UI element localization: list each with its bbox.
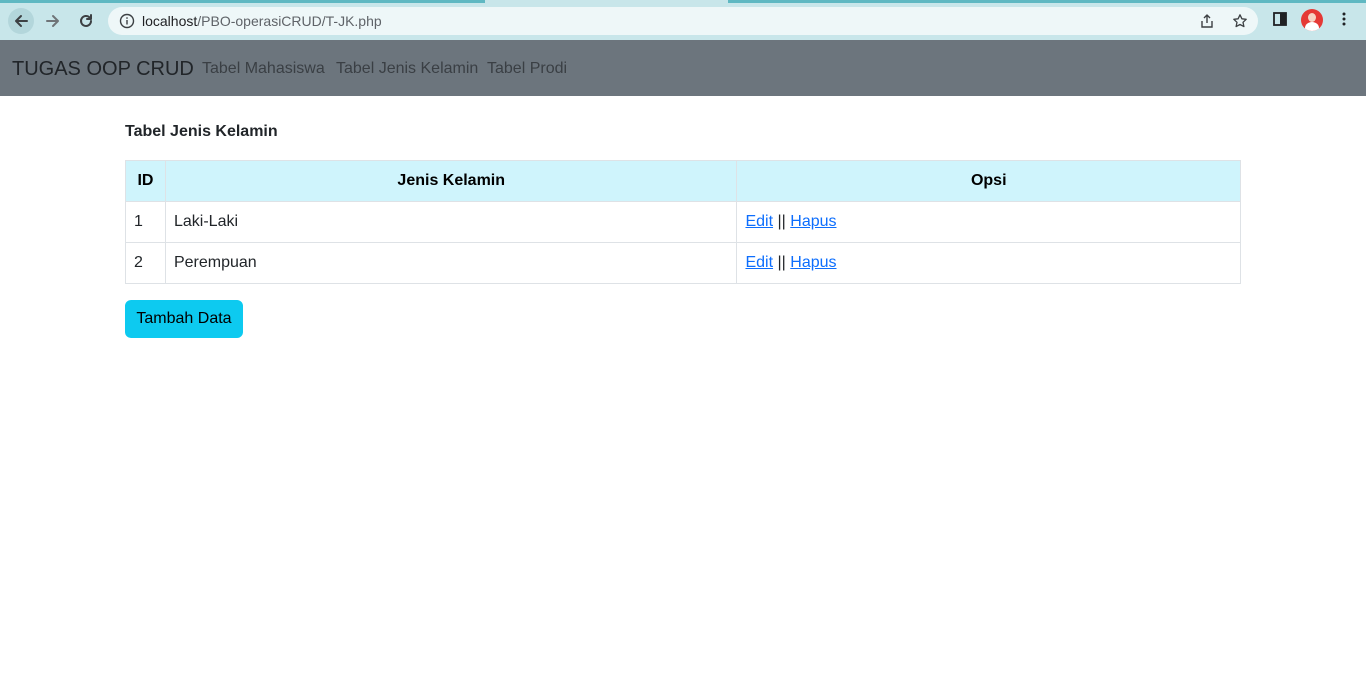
- cell-jenis-kelamin: Perempuan: [164, 242, 738, 284]
- cell-opsi: Edit || Hapus: [736, 201, 1241, 243]
- jenis-kelamin-table: ID Jenis Kelamin Opsi 1 Laki-Laki Edit |…: [125, 160, 1241, 284]
- browser-toolbar: localhost/PBO-operasiCRUD/T-JK.php: [0, 0, 1366, 40]
- profile-avatar[interactable]: [1301, 9, 1323, 31]
- option-separator: ||: [777, 254, 786, 271]
- table-row: 2 Perempuan Edit || Hapus: [125, 242, 1241, 284]
- info-icon[interactable]: [119, 13, 135, 29]
- menu-dots-icon[interactable]: [1336, 11, 1352, 27]
- table-row: 1 Laki-Laki Edit || Hapus: [125, 201, 1241, 243]
- cell-jenis-kelamin: Laki-Laki: [164, 201, 738, 243]
- column-header-jenis-kelamin: Jenis Kelamin: [164, 160, 738, 202]
- hapus-link[interactable]: Hapus: [790, 254, 836, 271]
- edit-link[interactable]: Edit: [745, 254, 773, 271]
- avatar-body: [1305, 22, 1319, 31]
- tab-strip-edge: [0, 0, 485, 3]
- forward-arrow-icon: [46, 15, 59, 27]
- column-header-opsi: Opsi: [736, 160, 1241, 202]
- reload-button[interactable]: [73, 8, 99, 34]
- cell-id: 2: [125, 242, 166, 284]
- reload-icon: [80, 14, 92, 27]
- navbar-brand[interactable]: TUGAS OOP CRUD: [12, 57, 194, 81]
- page-title: Tabel Jenis Kelamin: [125, 123, 278, 140]
- option-separator: ||: [777, 213, 786, 230]
- hapus-link[interactable]: Hapus: [790, 213, 836, 230]
- top-navbar: TUGAS OOP CRUD Tabel Mahasiswa Tabel Jen…: [0, 40, 1366, 96]
- tambah-data-button[interactable]: Tambah Data: [125, 300, 243, 338]
- url-host: localhost: [142, 13, 198, 29]
- nav-link-tabel-jenis-kelamin[interactable]: Tabel Jenis Kelamin: [336, 59, 478, 79]
- table-header: ID Jenis Kelamin Opsi: [125, 160, 1241, 202]
- star-icon[interactable]: [1232, 13, 1248, 29]
- nav-link-tabel-mahasiswa[interactable]: Tabel Mahasiswa: [202, 59, 325, 79]
- forward-button[interactable]: [40, 8, 66, 34]
- url-text[interactable]: localhost/PBO-operasiCRUD/T-JK.php: [142, 13, 382, 29]
- nav-link-tabel-prodi[interactable]: Tabel Prodi: [487, 59, 567, 79]
- avatar-face: [1308, 13, 1316, 22]
- sidebar-icon[interactable]: [1272, 11, 1288, 27]
- back-button[interactable]: [8, 8, 34, 34]
- back-arrow-icon: [15, 15, 28, 27]
- address-bar[interactable]: localhost/PBO-operasiCRUD/T-JK.php: [108, 7, 1258, 35]
- tab-strip-edge: [728, 0, 1366, 3]
- table-header-row: ID Jenis Kelamin Opsi: [125, 160, 1241, 202]
- url-path: /PBO-operasiCRUD/T-JK.php: [197, 13, 382, 29]
- column-header-id: ID: [125, 160, 166, 202]
- cell-id: 1: [125, 201, 166, 243]
- edit-link[interactable]: Edit: [745, 213, 773, 230]
- cell-opsi: Edit || Hapus: [736, 242, 1241, 284]
- share-icon[interactable]: [1199, 13, 1215, 29]
